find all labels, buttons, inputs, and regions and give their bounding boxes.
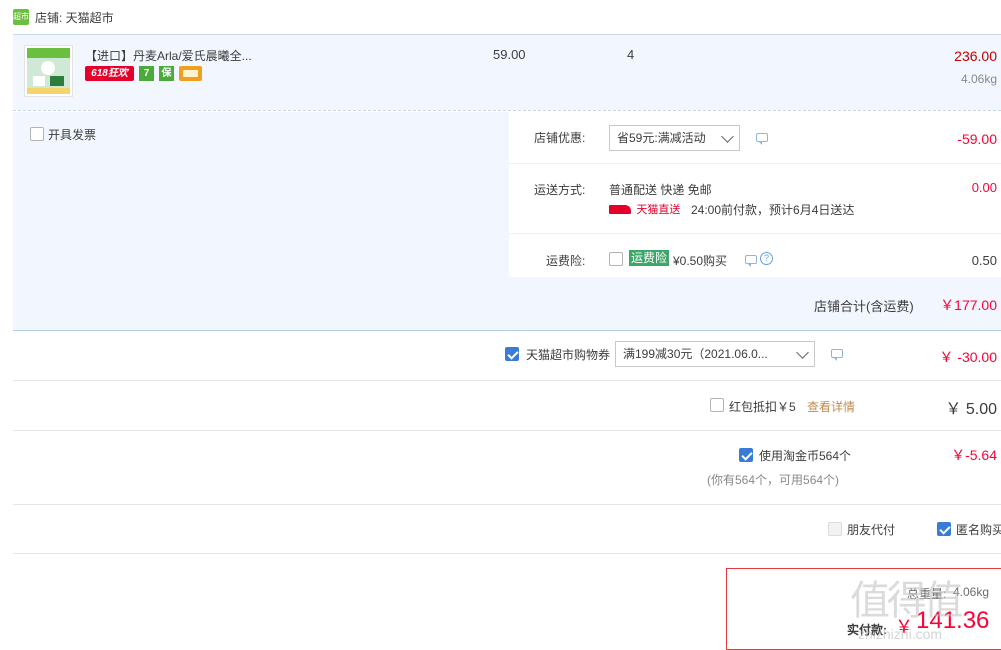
coupon-label[interactable]: 天猫超市购物券 bbox=[526, 346, 610, 363]
anonymous-checkbox[interactable] bbox=[937, 522, 951, 536]
shipping-eta: 24:00前付款，预计6月4日送达 bbox=[691, 203, 855, 217]
insurance-amount: 0.50 bbox=[971, 253, 997, 268]
store-total-label: 店铺合计(含运费) bbox=[814, 299, 914, 314]
friend-pay-label[interactable]: 朋友代付 bbox=[847, 521, 895, 538]
taojinbi-amount: ￥-5.64 bbox=[951, 447, 997, 463]
insurance-price: ¥0.50购买 bbox=[673, 254, 728, 268]
red-packet-label[interactable]: 红包抵扣￥5 bbox=[729, 398, 796, 415]
store-discount-amount: -59.00 bbox=[957, 131, 997, 147]
taojinbi-label[interactable]: 使用淘金币564个 bbox=[759, 447, 851, 464]
store-total-amount: ￥177.00 bbox=[940, 297, 997, 313]
red-packet-details-link[interactable]: 查看详情 bbox=[807, 398, 855, 415]
panel-divider-1 bbox=[509, 163, 1001, 164]
coupon-row: 天猫超市购物券 满199减30元（2021.06.0... ￥ -30.00 bbox=[13, 331, 1001, 380]
friend-pay-checkbox[interactable] bbox=[828, 522, 842, 536]
shipping-label: 运送方式: bbox=[534, 183, 586, 197]
product-thumbnail[interactable] bbox=[24, 45, 73, 97]
invoice-label[interactable]: 开具发票 bbox=[48, 126, 96, 143]
item-subtotal: 236.00 bbox=[954, 48, 997, 64]
product-image bbox=[27, 48, 70, 94]
unit-price: 59.00 bbox=[493, 47, 526, 62]
store-discount-label: 店铺优惠: bbox=[534, 131, 586, 145]
coupon-checkbox[interactable] bbox=[505, 347, 519, 361]
row-divider bbox=[13, 553, 1001, 554]
taojinbi-checkbox[interactable] bbox=[739, 448, 753, 462]
coupon-value: 满199减30元（2021.06.0... bbox=[623, 347, 768, 361]
insurance-label: 运费险: bbox=[546, 254, 586, 268]
invoice-checkbox[interactable] bbox=[30, 127, 44, 141]
payment-summary-box: 总重量: 4.06kg 实付款: ￥ 141.36 bbox=[726, 568, 1001, 650]
promo-618-badge: 618狂欢 bbox=[85, 66, 134, 81]
store-discount-value: 省59元:满减活动 bbox=[617, 131, 706, 145]
message-icon[interactable] bbox=[756, 133, 768, 145]
total-weight-label: 总重量: bbox=[907, 587, 947, 601]
quantity[interactable]: 4 bbox=[627, 47, 634, 62]
shop-icon: 超市 bbox=[13, 9, 29, 25]
insurance-checkbox[interactable] bbox=[609, 252, 623, 266]
item-divider bbox=[13, 110, 1001, 111]
invoice-area: 开具发票 bbox=[13, 112, 507, 277]
tmall-cat-icon bbox=[609, 204, 631, 214]
card-pay-badge bbox=[179, 66, 202, 81]
chevron-down-icon bbox=[721, 130, 734, 143]
order-info-block: 开具发票 店铺优惠: 省59元:满减活动 -59.00 运送方式: 普通配送 快… bbox=[13, 112, 1001, 330]
insurance-tag: 运费险 bbox=[629, 250, 670, 266]
taojinbi-row: 使用淘金币564个 (你有564个，可用564个) ￥-5.64 bbox=[13, 431, 1001, 504]
tmall-direct-text: 天猫直送 bbox=[636, 204, 681, 216]
shipping-amount: 0.00 bbox=[971, 180, 997, 195]
message-icon[interactable] bbox=[745, 255, 757, 267]
chevron-down-icon bbox=[796, 346, 809, 359]
anonymous-label[interactable]: 匿名购买 bbox=[956, 521, 1001, 538]
store-discount-select[interactable]: 省59元:满减活动 bbox=[609, 125, 740, 151]
store-total-row: 店铺合计(含运费) ￥177.00 bbox=[13, 279, 1001, 330]
product-title[interactable]: 【进口】丹麦Arla/爱氏晨曦全... bbox=[85, 47, 252, 64]
tmall-direct-tag: 天猫直送 bbox=[609, 201, 681, 216]
guarantee-badge: 保 bbox=[159, 66, 174, 81]
pay-currency: ￥ bbox=[895, 617, 913, 637]
help-icon[interactable]: ? bbox=[760, 252, 773, 265]
red-packet-checkbox[interactable] bbox=[710, 398, 724, 412]
pay-amount: 141.36 bbox=[916, 607, 990, 634]
shop-name[interactable]: 店铺: 天猫超市 bbox=[35, 9, 114, 26]
shipping-method: 普通配送 快递 免邮 bbox=[609, 183, 712, 197]
taojinbi-note: (你有564个，可用564个) bbox=[707, 473, 840, 487]
options-row: 朋友代付 匿名购买 bbox=[13, 505, 1001, 553]
message-icon[interactable] bbox=[831, 349, 843, 361]
seven-day-return-badge: 7 bbox=[139, 66, 154, 81]
item-weight: 4.06kg bbox=[960, 72, 997, 86]
order-options-panel: 店铺优惠: 省59元:满减活动 -59.00 运送方式: 普通配送 快递 免邮 … bbox=[509, 112, 1001, 277]
coupon-amount: ￥ -30.00 bbox=[939, 349, 997, 365]
coupon-select[interactable]: 满199减30元（2021.06.0... bbox=[615, 341, 815, 367]
red-packet-row: 红包抵扣￥5 查看详情 ￥ 5.00 bbox=[13, 381, 1001, 430]
product-badges: 618狂欢 7 保 bbox=[85, 66, 215, 81]
red-packet-amount: ￥ 5.00 bbox=[945, 401, 997, 418]
item-row: 【进口】丹麦Arla/爱氏晨曦全... 618狂欢 7 保 59.00 4 23… bbox=[13, 34, 1001, 110]
pay-label: 实付款: bbox=[847, 623, 887, 637]
total-weight-value: 4.06kg bbox=[953, 585, 990, 599]
panel-divider-2 bbox=[509, 233, 1001, 234]
